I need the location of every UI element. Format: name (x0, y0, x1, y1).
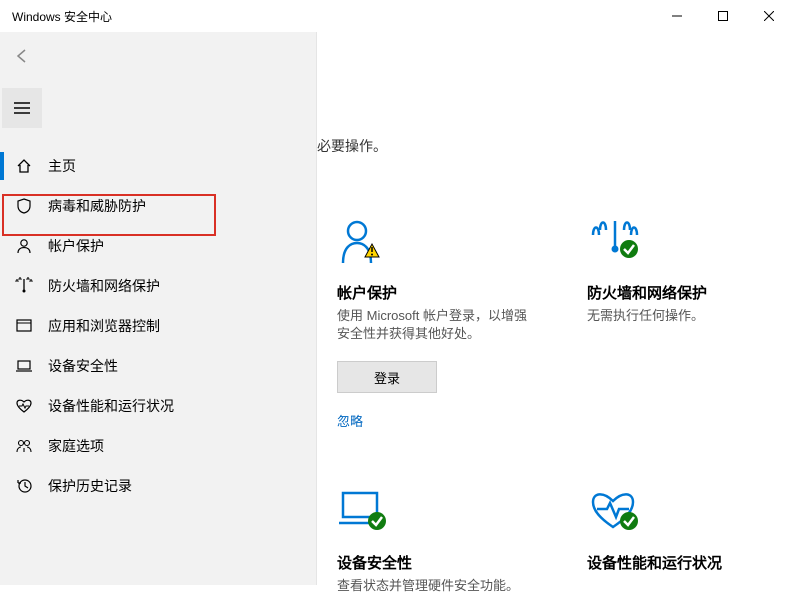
minimize-button[interactable] (654, 0, 700, 32)
device-security-ok-icon (337, 482, 527, 542)
sidebar-item-label: 防火墙和网络保护 (48, 276, 160, 296)
card-desc: 无需执行任何操作。 (587, 307, 777, 325)
sidebar-item-app-browser[interactable]: 应用和浏览器控制 (0, 306, 316, 346)
sidebar-item-label: 设备性能和运行状况 (48, 396, 174, 416)
nav-list: 主页 病毒和威胁防护 帐户保护 防火墙和网络保护 应用和浏览器控制 (0, 146, 316, 506)
card-title: 帐户保护 (337, 282, 527, 303)
sidebar-item-label: 设备安全性 (48, 356, 118, 376)
main-content: 必要操作。 帐户保护 使用 Microsoft 帐户登录，以增强安全性并获得其他… (317, 32, 792, 585)
app-browser-icon (14, 316, 34, 336)
card-title: 设备安全性 (337, 552, 527, 573)
partial-text: 必要操作。 (317, 136, 387, 156)
card-title: 防火墙和网络保护 (587, 282, 777, 303)
history-icon (14, 476, 34, 496)
health-icon (14, 396, 34, 416)
sidebar-item-label: 家庭选项 (48, 436, 104, 456)
sidebar: 主页 病毒和威胁防护 帐户保护 防火墙和网络保护 应用和浏览器控制 (0, 32, 317, 585)
card-row-2: 设备安全性 查看状态并管理硬件安全功能。 设备性能和运行状况 (337, 482, 777, 595)
sidebar-item-label: 主页 (48, 156, 76, 176)
shield-icon (14, 196, 34, 216)
titlebar: Windows 安全中心 (0, 0, 792, 32)
sidebar-item-label: 应用和浏览器控制 (48, 316, 160, 336)
home-icon (14, 156, 34, 176)
sidebar-item-history[interactable]: 保护历史记录 (0, 466, 316, 506)
firewall-ok-icon (587, 212, 777, 272)
card-account-protection: 帐户保护 使用 Microsoft 帐户登录，以增强安全性并获得其他好处。 登录… (337, 212, 527, 430)
card-title: 设备性能和运行状况 (587, 552, 777, 573)
account-warning-icon (337, 212, 527, 272)
device-security-icon (14, 356, 34, 376)
close-button[interactable] (746, 0, 792, 32)
card-desc: 查看状态并管理硬件安全功能。 (337, 577, 527, 595)
sidebar-item-virus[interactable]: 病毒和威胁防护 (0, 186, 316, 226)
sidebar-item-health[interactable]: 设备性能和运行状况 (0, 386, 316, 426)
card-firewall: 防火墙和网络保护 无需执行任何操作。 (587, 212, 777, 430)
card-health: 设备性能和运行状况 (587, 482, 777, 595)
window-controls (654, 0, 792, 32)
maximize-button[interactable] (700, 0, 746, 32)
sidebar-item-home[interactable]: 主页 (0, 146, 316, 186)
health-ok-icon (587, 482, 777, 542)
sidebar-item-label: 帐户保护 (48, 236, 104, 256)
account-icon (14, 236, 34, 256)
dismiss-link[interactable]: 忽略 (337, 411, 527, 430)
firewall-icon (14, 276, 34, 296)
sidebar-item-label: 病毒和威胁防护 (48, 196, 146, 216)
card-desc: 使用 Microsoft 帐户登录，以增强安全性并获得其他好处。 (337, 307, 527, 343)
sidebar-item-account[interactable]: 帐户保护 (0, 226, 316, 266)
sidebar-item-firewall[interactable]: 防火墙和网络保护 (0, 266, 316, 306)
hamburger-button[interactable] (2, 88, 42, 128)
family-icon (14, 436, 34, 456)
card-row-1: 帐户保护 使用 Microsoft 帐户登录，以增强安全性并获得其他好处。 登录… (337, 212, 777, 430)
window-title: Windows 安全中心 (12, 8, 112, 25)
card-device-security: 设备安全性 查看状态并管理硬件安全功能。 (337, 482, 527, 595)
sidebar-item-family[interactable]: 家庭选项 (0, 426, 316, 466)
signin-button[interactable]: 登录 (337, 361, 437, 393)
sidebar-item-label: 保护历史记录 (48, 476, 132, 496)
sidebar-item-device-security[interactable]: 设备安全性 (0, 346, 316, 386)
back-button[interactable] (2, 36, 42, 76)
